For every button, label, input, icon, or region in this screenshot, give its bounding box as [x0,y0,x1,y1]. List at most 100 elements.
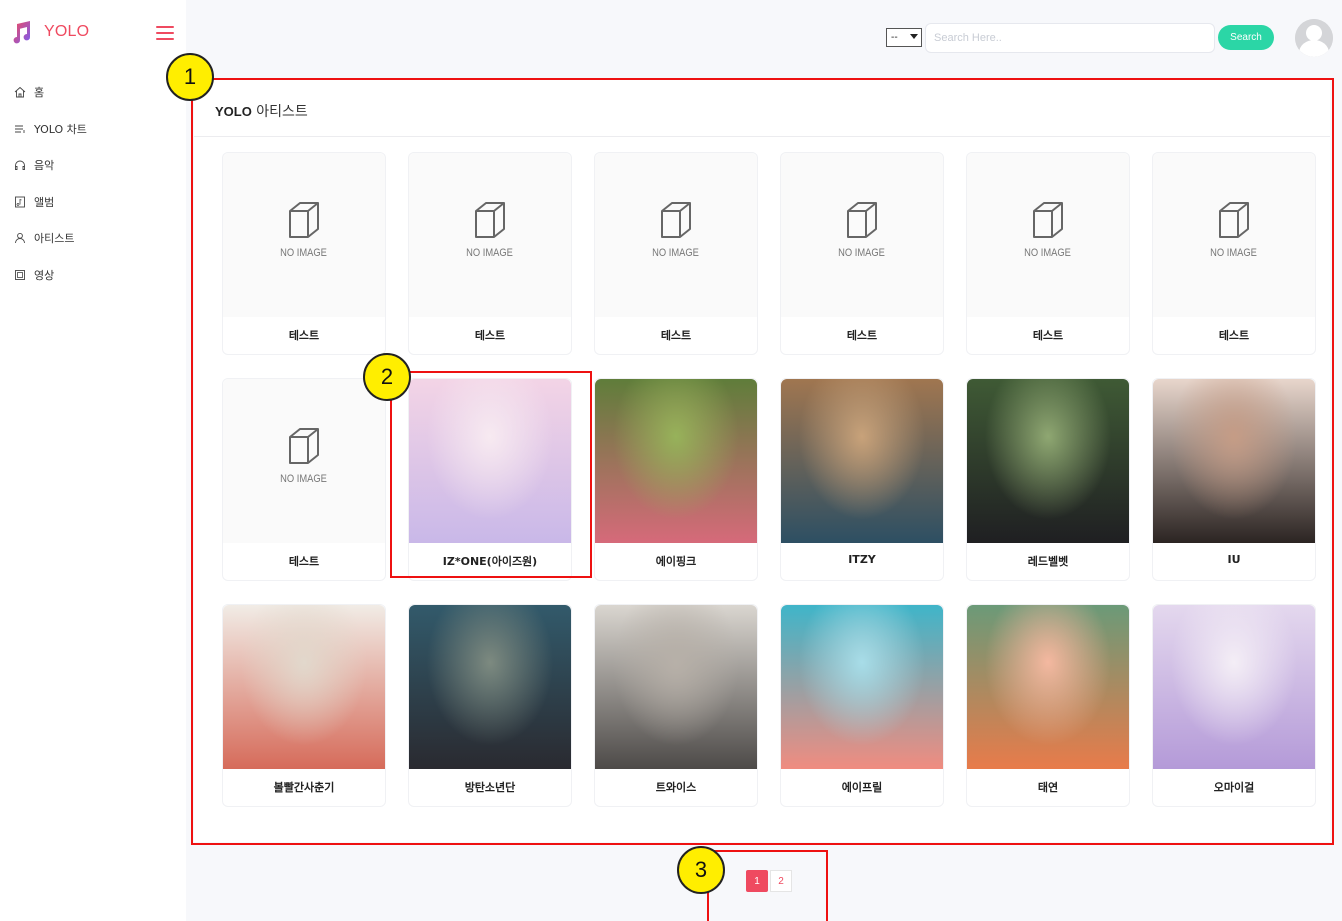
no-image-placeholder: NO IMAGE [967,153,1129,317]
artist-photo [781,605,943,769]
artist-tile[interactable]: 오마이걸 [1152,604,1316,807]
menu-toggle-button[interactable] [156,26,174,40]
page-2-button[interactable]: 2 [770,870,792,892]
box-icon [289,428,319,464]
no-image-text: NO IMAGE [1024,247,1072,259]
artist-photo [1153,605,1315,769]
no-image-text: NO IMAGE [652,247,700,259]
sidebar-item-video[interactable]: 영상 [14,257,87,294]
artist-name: ITZY [848,553,876,566]
user-icon [1295,19,1333,57]
artist-name: 레드벨벳 [1027,555,1069,568]
artist-name: 볼빨간사춘기 [273,781,335,794]
select-value: -- [891,32,898,43]
box-icon [475,202,505,238]
artist-photo [409,379,571,543]
no-image-text: NO IMAGE [838,247,886,259]
artist-tile[interactable]: ITZY [780,378,944,581]
artist-tile[interactable]: 에이핑크 [594,378,758,581]
sidebar-item-music[interactable]: 음악 [14,147,87,184]
no-image-text: NO IMAGE [280,247,328,259]
sidebar-item-chart[interactable]: YOLO 차트 [14,111,87,148]
no-image-placeholder: NO IMAGE [595,153,757,317]
artist-photo [967,379,1129,543]
main-area: -- Search YOLO 아티스트 NO IMAGE테스트NO IM [186,0,1342,921]
artist-name: 테스트 [846,329,878,342]
box-icon [289,202,319,238]
app-root: YOLO 홈 YOLO 차트 음악 앨범 아티스트 영상 -- Search H… [0,0,1342,921]
artist-tile[interactable]: IU [1152,378,1316,581]
chart-icon [14,123,26,135]
card-header: YOLO 아티스트 [194,80,1330,137]
artist-photo [595,379,757,543]
artist-photo [409,605,571,769]
sidebar-item-label: 음악 [34,159,55,173]
artist-name: 에이핑크 [655,555,697,568]
artist-tile[interactable]: NO IMAGE 테스트 [966,152,1130,355]
artist-photo [223,605,385,769]
artist-tile[interactable]: 방탄소년단 [408,604,572,807]
artist-tile[interactable]: IZ*ONE(아이즈원) [408,378,572,581]
artist-tile[interactable]: 볼빨간사춘기 [222,604,386,807]
sidebar-item-label: 홈 [34,86,45,100]
annotation-marker-2: 2 [363,353,411,401]
no-image-placeholder: NO IMAGE [223,153,385,317]
artist-name: 테스트 [660,329,692,342]
sidebar-item-label: 앨범 [34,195,55,209]
artist-name: 에이프릴 [841,781,883,794]
sidebar-item-home[interactable]: 홈 [14,74,87,111]
artist-name: 테스트 [1218,329,1250,342]
artist-photo [967,605,1129,769]
search-category-select[interactable]: -- [886,28,922,47]
artist-name: 테스트 [474,329,506,342]
page-title-brand: YOLO [215,104,252,119]
artist-tile[interactable]: NO IMAGE 테스트 [408,152,572,355]
artist-name: 오마이걸 [1213,781,1255,794]
menu-bar [156,38,174,40]
headphones-icon [14,159,26,171]
no-image-text: NO IMAGE [1210,247,1258,259]
menu-bar [156,32,174,34]
menu-bar [156,26,174,28]
no-image-placeholder: NO IMAGE [223,379,385,543]
box-icon [1219,202,1249,238]
artist-tile[interactable]: 에이프릴 [780,604,944,807]
sidebar-item-label: 영상 [34,268,55,282]
avatar[interactable] [1295,19,1333,57]
artist-tile[interactable]: 트와이스 [594,604,758,807]
artist-name: 태연 [1037,781,1059,794]
artist-photo [595,605,757,769]
chevron-down-icon [910,34,918,39]
no-image-placeholder: NO IMAGE [409,153,571,317]
artist-tile[interactable]: NO IMAGE 테스트 [594,152,758,355]
sidebar-item-label: YOLO 차트 [34,122,87,136]
page-title-text: 아티스트 [256,104,308,120]
artist-tile[interactable]: NO IMAGE 테스트 [1152,152,1316,355]
sidebar-item-album[interactable]: 앨범 [14,184,87,221]
artist-name: 테스트 [1032,329,1064,342]
artist-tile[interactable]: NO IMAGE 테스트 [222,378,386,581]
artist-name: 트와이스 [655,781,697,794]
search-button[interactable]: Search [1218,25,1274,50]
no-image-placeholder: NO IMAGE [1153,153,1315,317]
page-1-button[interactable]: 1 [746,870,768,892]
sidebar-item-artist[interactable]: 아티스트 [14,220,87,257]
brand-name: YOLO [44,23,90,40]
artist-tile[interactable]: NO IMAGE 테스트 [222,152,386,355]
no-image-placeholder: NO IMAGE [781,153,943,317]
video-icon [14,269,26,281]
music-note-icon [13,21,31,44]
artist-tile[interactable]: NO IMAGE 테스트 [780,152,944,355]
brand[interactable]: YOLO [10,20,89,44]
search-input[interactable] [925,23,1215,53]
annotation-marker-3: 3 [677,846,725,894]
artist-name: 테스트 [288,555,320,568]
artist-tile[interactable]: 태연 [966,604,1130,807]
page-title: YOLO 아티스트 [215,101,308,121]
person-icon [14,232,26,244]
artist-tile[interactable]: 레드벨벳 [966,378,1130,581]
top-bar: -- Search [186,0,1342,72]
sidebar-item-label: 아티스트 [34,232,75,246]
no-image-text: NO IMAGE [466,247,514,259]
box-icon [847,202,877,238]
